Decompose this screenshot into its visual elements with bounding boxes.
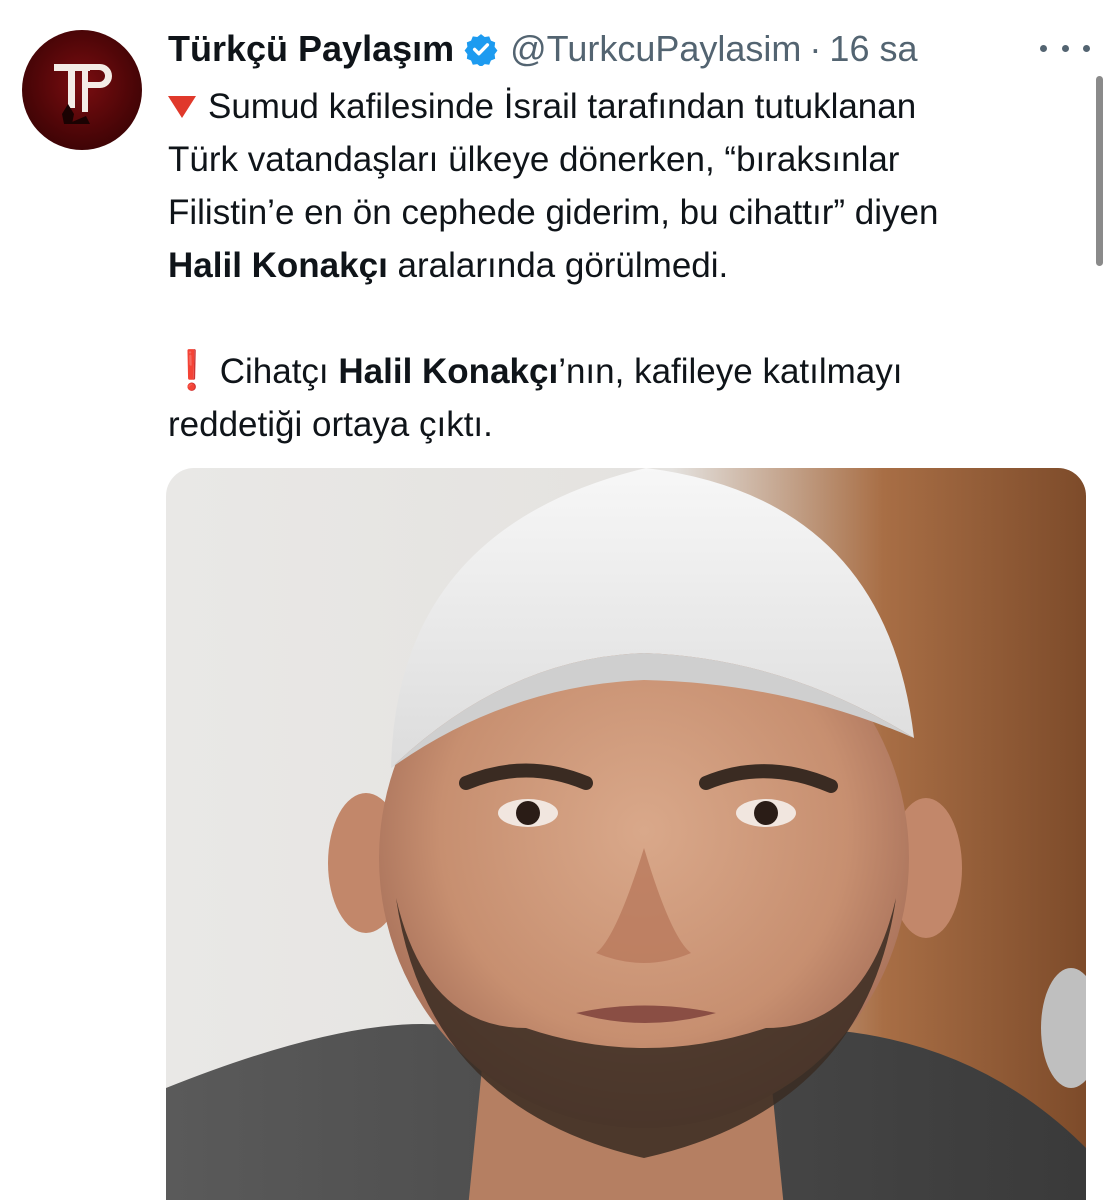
verified-badge-icon — [464, 32, 498, 66]
tweet-header: Türkçü Paylaşım @TurkcuPaylasim · 16 sa — [168, 24, 918, 74]
tweet-text: Sumud kafilesinde İsrail tarafından tutu… — [168, 80, 1098, 451]
separator-dot: · — [809, 28, 822, 69]
more-options-icon[interactable] — [1040, 30, 1090, 66]
mention-name-2: Halil Konakçı — [338, 352, 559, 391]
tweet-line-1-text: Sumud kafilesinde İsrail tarafından tutu… — [208, 87, 917, 126]
tweet-photo[interactable] — [166, 468, 1086, 1200]
tweet: Türkçü Paylaşım @TurkcuPaylasim · 16 sa … — [0, 0, 1110, 1200]
exclamation-icon: ❗ — [168, 350, 216, 392]
mention-name: Halil Konakçı — [168, 246, 388, 285]
tweet-line-6: reddetiği ortaya çıktı. — [168, 405, 493, 444]
scrollbar[interactable] — [1096, 76, 1103, 266]
handle[interactable]: @TurkcuPaylasim — [510, 28, 801, 70]
tweet-line-5-rest: ’nın, kafileye katılmayı — [558, 352, 903, 391]
tweet-line-5: ❗ Cihatçı Halil Konakçı’nın, kafileye ka… — [168, 345, 1098, 398]
avatar[interactable] — [22, 30, 142, 150]
red-down-triangle-icon — [168, 95, 196, 118]
tweet-line-1: Sumud kafilesinde İsrail tarafından tutu… — [168, 80, 1098, 133]
display-name[interactable]: Türkçü Paylaşım — [168, 28, 454, 70]
timestamp[interactable]: 16 sa — [829, 28, 917, 70]
tweet-line-4: Halil Konakçı aralarında görülmedi. — [168, 239, 1098, 292]
tweet-line-4-rest: aralarında görülmedi. — [387, 246, 729, 285]
tweet-line-5-prefix: Cihatçı — [210, 352, 339, 391]
tweet-line-3: Filistin’e en ön cephede giderim, bu cih… — [168, 193, 939, 232]
man-portrait-image — [166, 468, 1086, 1200]
tweet-line-2: Türk vatandaşları ülkeye dönerken, “bıra… — [168, 140, 900, 179]
tp-logo-icon — [54, 64, 112, 124]
